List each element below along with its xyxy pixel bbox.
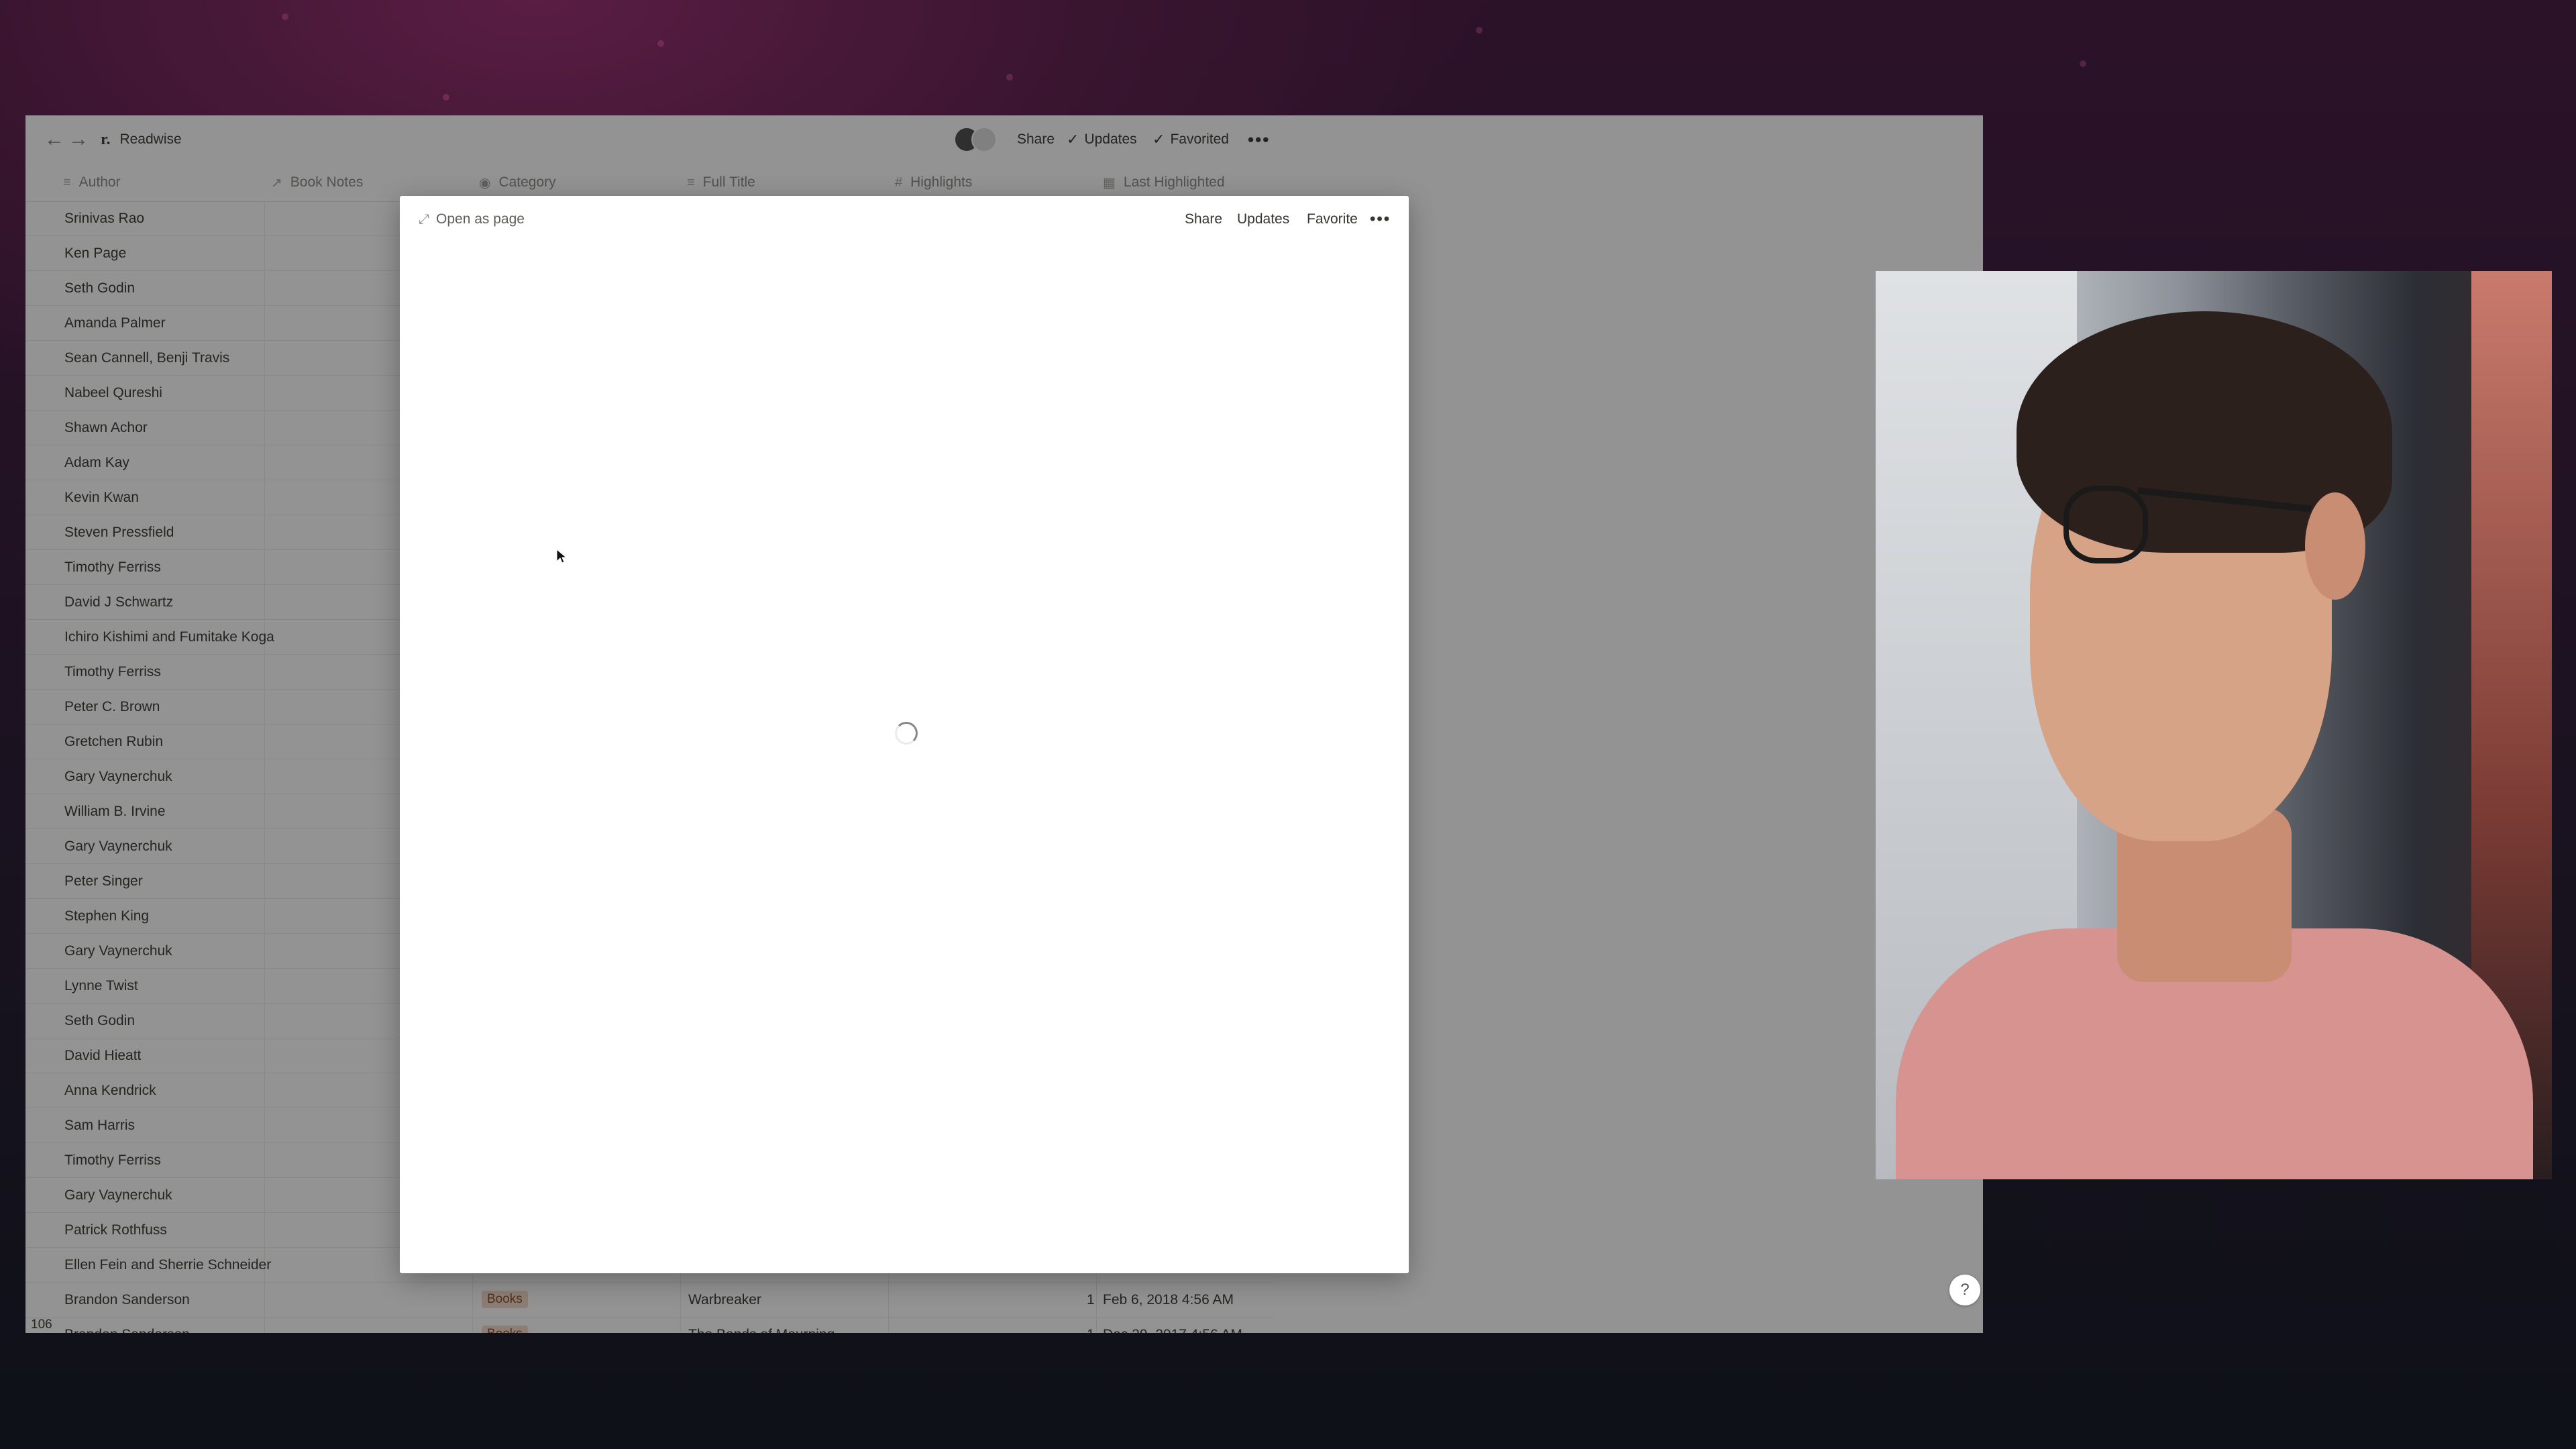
mouse-cursor-icon bbox=[556, 549, 567, 564]
background-dot bbox=[2080, 60, 2086, 67]
help-button[interactable]: ? bbox=[1949, 1275, 1980, 1305]
presenter-ear bbox=[2305, 492, 2365, 600]
modal-top-bar: ⤢ Open as page Share Updates Favorite ••… bbox=[400, 196, 1409, 243]
background-dot bbox=[443, 94, 449, 101]
open-as-page-label: Open as page bbox=[436, 211, 525, 227]
open-as-page-button[interactable]: ⤢ Open as page bbox=[419, 196, 525, 243]
modal-share-button[interactable]: Share bbox=[1185, 196, 1222, 243]
webcam-overlay bbox=[1876, 271, 2552, 1179]
background-dot bbox=[1006, 74, 1013, 80]
modal-updates-button[interactable]: Updates bbox=[1237, 196, 1289, 243]
modal-favorite-button[interactable]: Favorite bbox=[1307, 196, 1358, 243]
expand-diagonal-icon: ⤢ bbox=[419, 211, 429, 227]
background-dot bbox=[1476, 27, 1483, 34]
background-dot bbox=[657, 40, 664, 47]
page-peek-modal: ⤢ Open as page Share Updates Favorite ••… bbox=[400, 196, 1409, 1273]
background-dot bbox=[282, 13, 288, 20]
modal-more-icon[interactable]: ••• bbox=[1370, 196, 1391, 243]
loading-spinner-icon bbox=[895, 722, 918, 745]
presenter-glasses bbox=[2063, 486, 2148, 564]
